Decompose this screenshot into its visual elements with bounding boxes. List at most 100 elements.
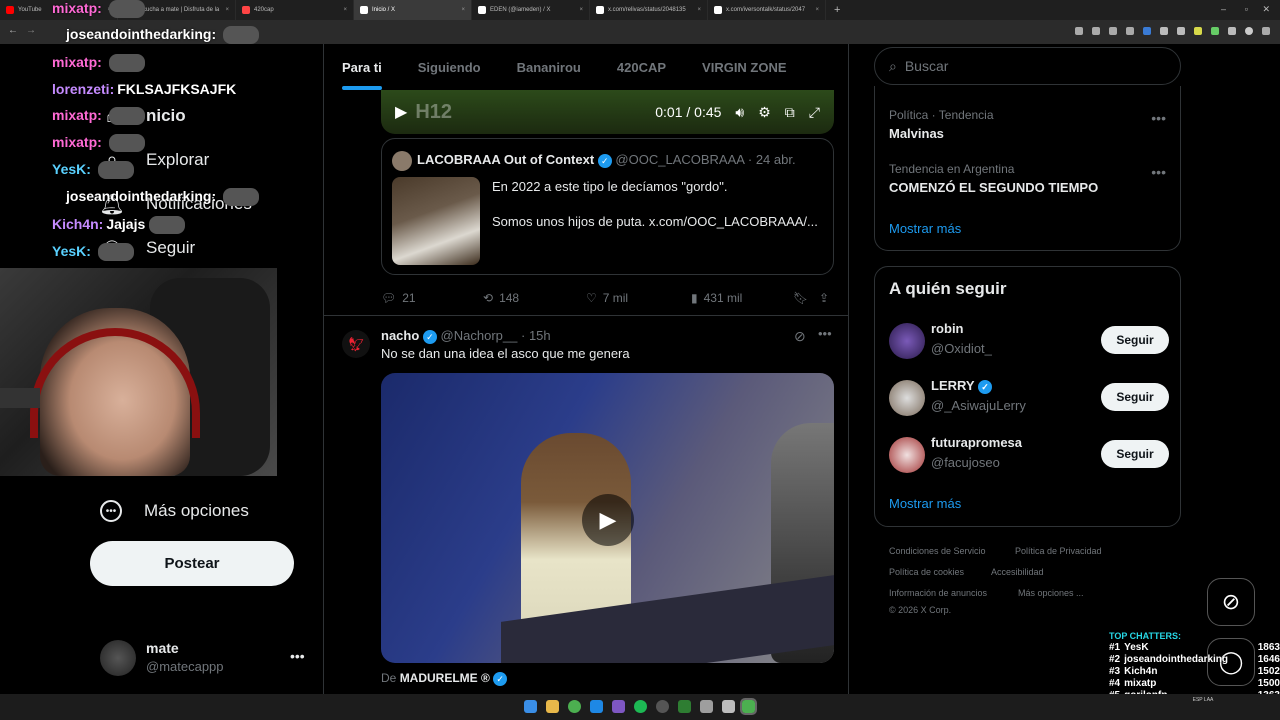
quote-date: 24 abr. bbox=[755, 152, 796, 167]
menu-icon[interactable] bbox=[1262, 27, 1270, 35]
avatar[interactable] bbox=[1245, 27, 1253, 35]
share-icon[interactable]: ⇪ bbox=[819, 291, 829, 305]
show-more-link[interactable]: Mostrar más bbox=[889, 496, 961, 511]
grok-icon[interactable]: ⊘ bbox=[794, 328, 806, 345]
pip-icon[interactable]: ⧉ bbox=[785, 104, 795, 121]
author-name[interactable]: nacho bbox=[381, 328, 419, 343]
app-icon[interactable] bbox=[590, 700, 603, 713]
tweet-nacho[interactable]: 🦅︎ nacho ✓ @Nachorp__ · 15h ⊘ ••• No se … bbox=[324, 316, 848, 694]
app-icon[interactable] bbox=[700, 700, 713, 713]
tweet-time[interactable]: 15h bbox=[529, 328, 551, 343]
obs-icon[interactable] bbox=[656, 700, 669, 713]
top-chatter-row: #3 Kich4n 1502 bbox=[1109, 666, 1280, 677]
play-button[interactable]: ▶ bbox=[582, 494, 634, 546]
search-input[interactable]: ⌕ Buscar bbox=[874, 47, 1181, 85]
video-watermark: H12 bbox=[415, 100, 453, 123]
close-icon[interactable]: × bbox=[461, 7, 465, 13]
emote-icon bbox=[108, 0, 145, 19]
footer-ads-link[interactable]: Información de anuncios bbox=[889, 588, 987, 598]
author-handle[interactable]: @Nachorp__ bbox=[441, 328, 518, 343]
close-icon[interactable]: × bbox=[343, 7, 347, 13]
tab-420cap[interactable]: 420CAP bbox=[599, 44, 684, 90]
follow-suggestion[interactable]: LERRY ✓ @_AsiwajuLerry Seguir bbox=[889, 378, 1169, 418]
top-chatters-list: #1 YesK 1863 #2 joseandointhedarking 1646 #3 Ki… bbox=[1109, 642, 1280, 701]
browser-tab-relivas[interactable]: x.com/relivas/status/2048135 × bbox=[590, 0, 708, 20]
settings-icon[interactable]: ⚙ bbox=[758, 104, 771, 121]
extension-icon[interactable] bbox=[1109, 27, 1117, 35]
volume-icon[interactable]: 🔊︎ bbox=[735, 104, 744, 121]
like-button[interactable]: ♡ 7 mil bbox=[586, 291, 628, 305]
follow-button[interactable]: Seguir bbox=[1101, 326, 1169, 354]
windows-start-icon[interactable] bbox=[524, 700, 537, 713]
chrome-icon[interactable] bbox=[568, 700, 581, 713]
app-icon[interactable] bbox=[740, 698, 757, 715]
show-more-link[interactable]: Mostrar más bbox=[889, 221, 961, 236]
nav-more-options[interactable]: ••• Más opciones bbox=[100, 500, 249, 522]
new-tab-button[interactable]: + bbox=[834, 4, 840, 16]
tweet-video[interactable]: ▶ bbox=[381, 373, 834, 663]
follow-button[interactable]: Seguir bbox=[1101, 383, 1169, 411]
close-window-button[interactable]: ✕ bbox=[1262, 4, 1270, 15]
trend-item[interactable]: Tendencia en Argentina COMENZÓ EL SEGUND… bbox=[889, 162, 1098, 195]
spotify-icon[interactable] bbox=[634, 700, 647, 713]
close-icon[interactable]: × bbox=[697, 7, 701, 13]
top-chatter-count: 1502 bbox=[1257, 666, 1280, 677]
grok-button[interactable]: ⊘ bbox=[1207, 578, 1255, 626]
extension-icon[interactable] bbox=[1092, 27, 1100, 35]
more-icon[interactable]: ••• bbox=[290, 648, 305, 664]
footer-accessibility-link[interactable]: Accesibilidad bbox=[991, 567, 1044, 577]
webcam-overlay bbox=[0, 268, 277, 476]
minimize-button[interactable]: – bbox=[1221, 4, 1226, 14]
extension-icon[interactable] bbox=[1177, 27, 1185, 35]
extension-icon[interactable] bbox=[1075, 27, 1083, 35]
browser-tab-iversontalk[interactable]: x.com/iversontalk/status/2047 × bbox=[708, 0, 826, 20]
quoted-tweet[interactable]: LACOBRAAA Out of Context ✓ @OOC_LACOBRAA… bbox=[381, 138, 834, 275]
app-icon[interactable] bbox=[722, 700, 735, 713]
close-icon[interactable]: × bbox=[815, 7, 819, 13]
more-icon[interactable]: ••• bbox=[1151, 164, 1166, 180]
app-icon[interactable] bbox=[612, 700, 625, 713]
browser-tab-eden[interactable]: EDEN (@iameden) / X × bbox=[472, 0, 590, 20]
footer-terms-link[interactable]: Condiciones de Servicio bbox=[889, 546, 986, 556]
trend-item[interactable]: Política · Tendencia Malvinas bbox=[889, 108, 994, 141]
tab-virgin-zone[interactable]: VIRGIN ZONE bbox=[684, 44, 805, 90]
fullscreen-icon[interactable]: ⤢ bbox=[809, 104, 820, 121]
app-icon[interactable] bbox=[678, 700, 691, 713]
chat-message: mixatp: bbox=[52, 54, 145, 73]
language-indicator[interactable]: ESP LAA bbox=[1192, 696, 1214, 704]
footer-privacy-link[interactable]: Política de Privacidad bbox=[1015, 546, 1102, 556]
footer-more-link[interactable]: Más opciones ... bbox=[1018, 588, 1084, 598]
views-button[interactable]: ▮ 431 mil bbox=[691, 291, 742, 305]
chat-message: YesK: bbox=[52, 161, 134, 180]
extension-icon[interactable] bbox=[1194, 27, 1202, 35]
tab-siguiendo[interactable]: Siguiendo bbox=[400, 44, 499, 90]
tab-para-ti[interactable]: Para ti bbox=[324, 44, 400, 90]
more-icon[interactable]: ••• bbox=[1151, 110, 1166, 126]
follow-handle: @facujoseo bbox=[931, 455, 1000, 470]
video-time: 0:01 / 0:45 bbox=[655, 104, 722, 120]
extension-icon[interactable] bbox=[1211, 27, 1219, 35]
extension-icon[interactable] bbox=[1143, 27, 1151, 35]
maximize-button[interactable]: ▫ bbox=[1245, 4, 1248, 14]
file-explorer-icon[interactable] bbox=[546, 700, 559, 713]
puzzle-icon[interactable] bbox=[1228, 27, 1236, 35]
play-icon[interactable]: ▶ bbox=[395, 102, 407, 122]
bookmark-icon[interactable]: 🔖︎ bbox=[793, 291, 808, 305]
follow-suggestion[interactable]: futurapromesa @facujoseo Seguir bbox=[889, 435, 1169, 475]
repost-button[interactable]: ⟲ 148 bbox=[483, 291, 519, 305]
browser-tab-inicio[interactable]: Inicio / X × bbox=[354, 0, 472, 20]
footer-cookies-link[interactable]: Política de cookies bbox=[889, 567, 964, 577]
post-button[interactable]: Postear bbox=[90, 541, 294, 586]
follow-button[interactable]: Seguir bbox=[1101, 440, 1169, 468]
top-chatter-count: 1646 bbox=[1257, 654, 1280, 665]
account-switcher[interactable]: mate @matecappp ••• bbox=[100, 636, 310, 680]
more-icon[interactable]: ••• bbox=[818, 326, 832, 341]
credit-name[interactable]: MADURELME ® bbox=[400, 671, 490, 685]
star-icon[interactable] bbox=[1126, 27, 1134, 35]
tab-bananirou[interactable]: Bananirou bbox=[499, 44, 599, 90]
reply-button[interactable]: 💬︎ 21 bbox=[381, 291, 416, 305]
follow-suggestion[interactable]: robin @Oxidiot_ Seguir bbox=[889, 321, 1169, 361]
top-chatter-row: #2 joseandointhedarking 1646 bbox=[1109, 654, 1280, 665]
extension-icon[interactable] bbox=[1160, 27, 1168, 35]
close-icon[interactable]: × bbox=[579, 7, 583, 13]
